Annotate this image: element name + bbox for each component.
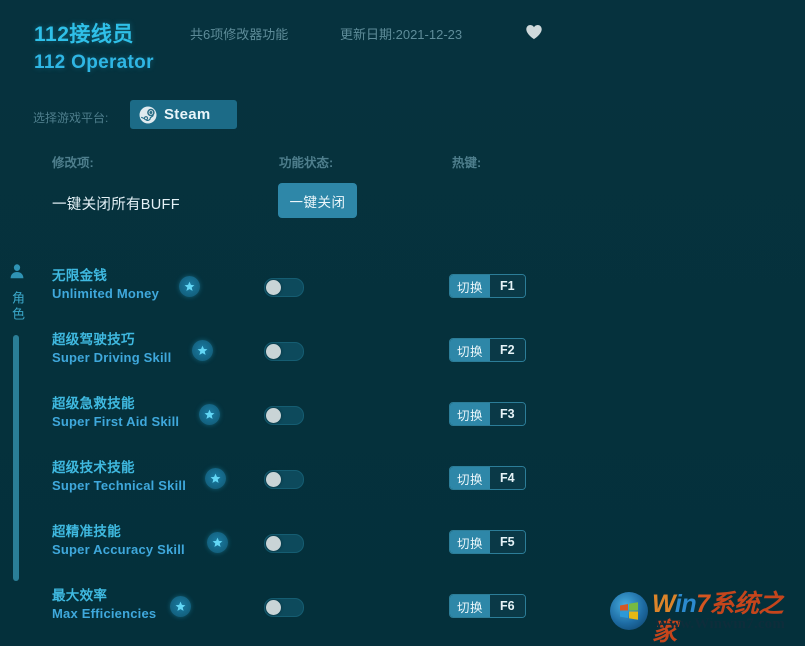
toggle-knob [266,344,281,359]
table-row: 最大效率 Max Efficiencies 切换 F6 [34,575,805,639]
update-date-label: 更新日期:2021-12-23 [340,24,462,43]
platform-steam-label: Steam [164,106,211,123]
hotkey-action-label: 切换 [450,403,490,425]
hotkey-action-label: 切换 [450,531,490,553]
cheat-toggle[interactable] [264,470,304,489]
category-sidebar: 角色 [0,255,34,640]
star-icon[interactable] [207,532,228,553]
hotkey-key-label: F4 [490,467,525,489]
star-icon[interactable] [205,468,226,489]
category-scroll-handle[interactable] [13,335,19,581]
cheat-name-en: Unlimited Money [52,285,159,303]
cheat-name-cn: 超精准技能 [52,523,185,541]
cheat-name-cn: 超级急救技能 [52,395,179,413]
cheat-toggle[interactable] [264,406,304,425]
hotkey-key-label: F1 [490,275,525,297]
toggle-knob [266,408,281,423]
hotkey-key-label: F2 [490,339,525,361]
hotkey-key-label: F3 [490,403,525,425]
hotkey-action-label: 切换 [450,339,490,361]
toggle-knob [266,600,281,615]
cheat-toggle[interactable] [264,598,304,617]
cheat-name-en: Super Technical Skill [52,477,186,495]
person-icon [8,263,26,281]
star-icon[interactable] [199,404,220,425]
toggle-knob [266,472,281,487]
toggle-knob [266,280,281,295]
hotkey-action-label: 切换 [450,467,490,489]
cheat-name-group: 无限金钱 Unlimited Money [52,267,159,303]
cheat-toggle[interactable] [264,278,304,297]
cheat-name-en: Super Accuracy Skill [52,541,185,559]
hotkey-key-label: F5 [490,531,525,553]
table-row: 超级技术技能 Super Technical Skill 切换 F4 [34,447,805,511]
column-header-hotkey: 热键: [452,152,481,171]
cheat-name-cn: 最大效率 [52,587,156,605]
platform-label: 选择游戏平台: [33,109,108,126]
cheat-trainer-window: 112接线员 112 Operator 共6项修改器功能 更新日期:2021-1… [0,0,805,640]
star-icon[interactable] [179,276,200,297]
cheat-name-group: 超级驾驶技巧 Super Driving Skill [52,331,171,367]
heart-icon[interactable] [524,22,544,42]
table-row: 无限金钱 Unlimited Money 切换 F1 [34,255,805,319]
hotkey-action-label: 切换 [450,595,490,617]
cheat-list: 无限金钱 Unlimited Money 切换 F1 超级驾驶技巧 Super … [34,255,805,640]
platform-steam-button[interactable]: Steam [130,100,237,129]
hotkey-key-label: F6 [490,595,525,617]
toggle-knob [266,536,281,551]
hotkey-button[interactable]: 切换 F1 [449,274,526,298]
steam-icon [139,106,157,124]
table-row: 超级急救技能 Super First Aid Skill 切换 F3 [34,383,805,447]
close-all-button[interactable]: 一键关闭 [278,183,357,218]
global-action-row: 一键关闭所有BUFF 一键关闭 [0,183,805,223]
column-headers: 修改项: 功能状态: 热键: [0,152,805,172]
feature-count-label: 共6项修改器功能 [190,24,288,43]
cheat-name-group: 最大效率 Max Efficiencies [52,587,156,623]
page-title-en: 112 Operator [34,52,154,74]
star-icon[interactable] [192,340,213,361]
sidebar-item-character[interactable]: 角色 [9,291,27,323]
hotkey-button[interactable]: 切换 F2 [449,338,526,362]
page-title-cn: 112接线员 [34,18,134,48]
star-icon[interactable] [170,596,191,617]
cheat-name-cn: 超级驾驶技巧 [52,331,171,349]
cheat-name-group: 超精准技能 Super Accuracy Skill [52,523,185,559]
cheat-name-cn: 超级技术技能 [52,459,186,477]
cheat-toggle[interactable] [264,342,304,361]
close-all-buff-label: 一键关闭所有BUFF [52,193,180,214]
header: 112接线员 112 Operator 共6项修改器功能 更新日期:2021-1… [0,0,805,88]
cheat-name-en: Max Efficiencies [52,605,156,623]
hotkey-button[interactable]: 切换 F6 [449,594,526,618]
cheat-name-group: 超级急救技能 Super First Aid Skill [52,395,179,431]
cheat-name-group: 超级技术技能 Super Technical Skill [52,459,186,495]
column-header-item: 修改项: [52,152,94,171]
cheat-name-cn: 无限金钱 [52,267,159,285]
cheat-name-en: Super First Aid Skill [52,413,179,431]
hotkey-action-label: 切换 [450,275,490,297]
cheat-name-en: Super Driving Skill [52,349,171,367]
table-row: 超级驾驶技巧 Super Driving Skill 切换 F2 [34,319,805,383]
cheat-toggle[interactable] [264,534,304,553]
hotkey-button[interactable]: 切换 F3 [449,402,526,426]
hotkey-button[interactable]: 切换 F4 [449,466,526,490]
hotkey-button[interactable]: 切换 F5 [449,530,526,554]
table-row: 超精准技能 Super Accuracy Skill 切换 F5 [34,511,805,575]
platform-selector-row: 选择游戏平台: Steam [0,100,805,136]
column-header-status: 功能状态: [279,152,333,171]
